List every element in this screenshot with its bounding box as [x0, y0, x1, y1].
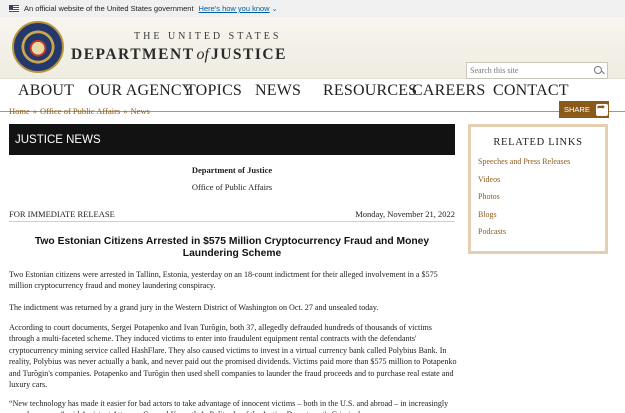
- share-label: SHARE: [564, 105, 590, 114]
- dept-line: Department of Justice: [191, 165, 273, 175]
- search-icon[interactable]: [591, 63, 607, 78]
- dept-name-justice: JUSTICE: [210, 46, 287, 63]
- nav-item-resources[interactable]: RESOURCES: [323, 82, 417, 100]
- nav-item-about[interactable]: ABOUT: [18, 82, 74, 100]
- dept-name-department: DEPARTMENT: [71, 46, 195, 63]
- breadcrumb: Home» Office of Public Affairs» News: [9, 106, 150, 116]
- body-paragraph: The indictment was returned by a grand j…: [9, 303, 379, 312]
- related-link-podcasts[interactable]: Podcasts: [478, 227, 605, 245]
- share-arrow-icon: [595, 102, 608, 116]
- section-title: JUSTICE NEWS: [9, 124, 455, 155]
- nav-item-careers[interactable]: CAREERS: [412, 82, 485, 100]
- dept-name-top: THE UNITED STATES: [134, 31, 282, 42]
- office-line: Office of Public Affairs: [191, 182, 273, 192]
- related-link-speeches[interactable]: Speeches and Press Releases: [478, 157, 605, 175]
- headline: Two Estonian Citizens Arrested in $575 M…: [34, 236, 430, 259]
- related-links-panel: RELATED LINKS Speeches and Press Release…: [468, 124, 608, 254]
- gov-banner-text: An official website of the United States…: [24, 4, 194, 13]
- us-flag-icon: [9, 5, 19, 12]
- nav-item-topics[interactable]: TOPICS: [186, 82, 242, 100]
- release-row: FOR IMMEDIATE RELEASE Monday, November 2…: [9, 209, 455, 219]
- gov-banner: An official website of the United States…: [0, 0, 625, 17]
- breadcrumb-home[interactable]: Home: [9, 106, 30, 116]
- nav-item-news[interactable]: NEWS: [255, 82, 301, 100]
- search-box: [466, 62, 608, 79]
- body-paragraph: “New technology has made it easier for b…: [9, 399, 449, 413]
- breadcrumb-separator: »: [123, 106, 128, 116]
- site-header: THE UNITED STATES DEPARTMENT of JUSTICE: [0, 17, 625, 79]
- related-links-title: RELATED LINKS: [493, 137, 583, 148]
- body-paragraph: Two Estonian citizens were arrested in T…: [9, 270, 438, 291]
- related-link-videos[interactable]: Videos: [478, 175, 605, 193]
- related-link-blogs[interactable]: Blogs: [478, 210, 605, 228]
- breadcrumb-separator: »: [32, 106, 38, 116]
- chevron-down-icon[interactable]: ⌄: [272, 5, 278, 13]
- divider: [9, 221, 455, 222]
- breadcrumb-news[interactable]: News: [130, 106, 149, 116]
- doj-seal-logo[interactable]: [12, 21, 64, 73]
- nav-item-contact[interactable]: CONTACT: [493, 82, 569, 100]
- release-label: FOR IMMEDIATE RELEASE: [9, 209, 115, 219]
- release-date: Monday, November 21, 2022: [355, 209, 455, 219]
- search-input[interactable]: [467, 63, 591, 78]
- body-paragraph: According to court documents, Sergei Pot…: [9, 323, 457, 390]
- related-link-photos[interactable]: Photos: [478, 192, 605, 210]
- related-links-list: Speeches and Press Releases Videos Photo…: [471, 157, 605, 245]
- share-button[interactable]: SHARE: [559, 101, 609, 118]
- dept-name-main[interactable]: DEPARTMENT of JUSTICE: [71, 46, 287, 64]
- dept-name-of: of: [196, 46, 209, 63]
- nav-item-our-agency[interactable]: OUR AGENCY: [88, 82, 194, 100]
- breadcrumb-office-of-public-affairs[interactable]: Office of Public Affairs: [40, 106, 120, 116]
- seal-eagle-icon: [26, 35, 50, 59]
- heres-how-you-know-link[interactable]: Here's how you know: [199, 4, 270, 13]
